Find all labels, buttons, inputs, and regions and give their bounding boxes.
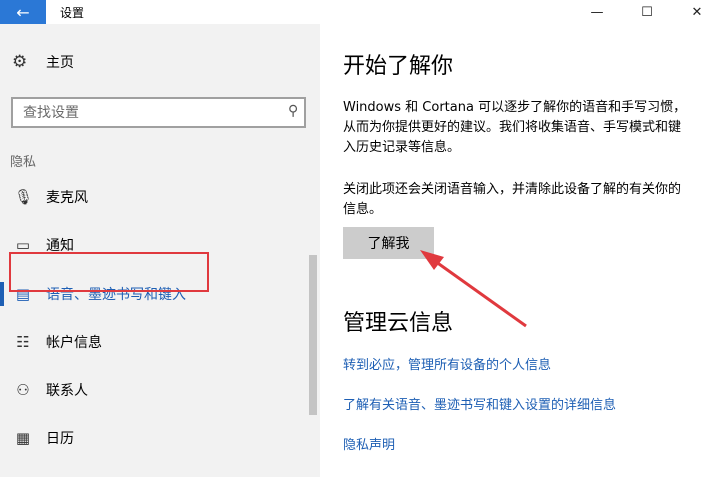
description-text: Windows 和 Cortana 可以逐步了解你的语音和手写习惯，从而为你提供… [343, 100, 687, 155]
sidebar: ⚙ 主页 ⚲ 隐私 🎙 麦克风 ▭ 通知 ▤ 语音、墨迹书写和键入 ☷ 帐户信息… [0, 24, 320, 477]
minimize-button[interactable]: — [572, 0, 622, 24]
minimize-icon: — [590, 4, 604, 20]
back-button[interactable]: ← [0, 0, 46, 24]
note-text: 关闭此项还会关闭语音输入，并清除此设备了解的有关你的信息。 [343, 182, 682, 217]
title-bar: ← 设置 — ☐ ✕ [0, 0, 722, 24]
sidebar-item-microphone[interactable]: 🎙 麦克风 [0, 177, 310, 217]
sidebar-item-contacts[interactable]: ⚇ 联系人 [0, 370, 310, 410]
back-arrow-icon: ← [16, 2, 30, 22]
page-title: 开始了解你 [343, 54, 454, 79]
calendar-icon: ▦ [15, 429, 31, 447]
maximize-button[interactable]: ☐ [622, 0, 672, 24]
home-nav-item[interactable]: ⚙ 主页 [12, 52, 74, 72]
learn-more-link[interactable]: 了解有关语音、墨迹书写和键入设置的详细信息 [343, 394, 616, 413]
window-title: 设置 [60, 5, 85, 20]
sidebar-item-calendar[interactable]: ▦ 日历 [0, 418, 310, 458]
privacy-statement-link[interactable]: 隐私声明 [343, 434, 395, 453]
search-input[interactable] [23, 104, 273, 121]
get-to-know-me-button[interactable]: 了解我 [343, 227, 434, 259]
section-label-privacy: 隐私 [10, 155, 37, 170]
sidebar-item-label: 联系人 [46, 383, 88, 399]
active-indicator [0, 282, 4, 306]
sidebar-item-account-info[interactable]: ☷ 帐户信息 [0, 322, 310, 362]
sidebar-item-label: 帐户信息 [46, 335, 102, 351]
window-controls: — ☐ ✕ [572, 0, 722, 24]
close-icon: ✕ [691, 4, 703, 20]
sidebar-item-label: 日历 [46, 431, 74, 447]
close-button[interactable]: ✕ [672, 0, 722, 24]
contacts-icon: ⚇ [16, 381, 30, 399]
search-icon[interactable]: ⚲ [288, 103, 298, 119]
sidebar-scrollbar[interactable] [309, 255, 317, 415]
gear-icon: ⚙ [12, 52, 28, 72]
account-info-icon: ☷ [16, 333, 30, 351]
microphone-icon: 🎙 [14, 188, 34, 206]
main-content: 开始了解你 Windows 和 Cortana 可以逐步了解你的语音和手写习惯，… [320, 24, 722, 477]
highlight-annotation-box [9, 252, 209, 292]
home-label: 主页 [46, 55, 74, 71]
bing-manage-link[interactable]: 转到必应，管理所有设备的个人信息 [343, 354, 551, 373]
maximize-icon: ☐ [641, 4, 653, 20]
sidebar-item-label: 麦克风 [46, 190, 88, 206]
search-box: ⚲ [11, 97, 306, 128]
cloud-info-heading: 管理云信息 [343, 311, 454, 336]
